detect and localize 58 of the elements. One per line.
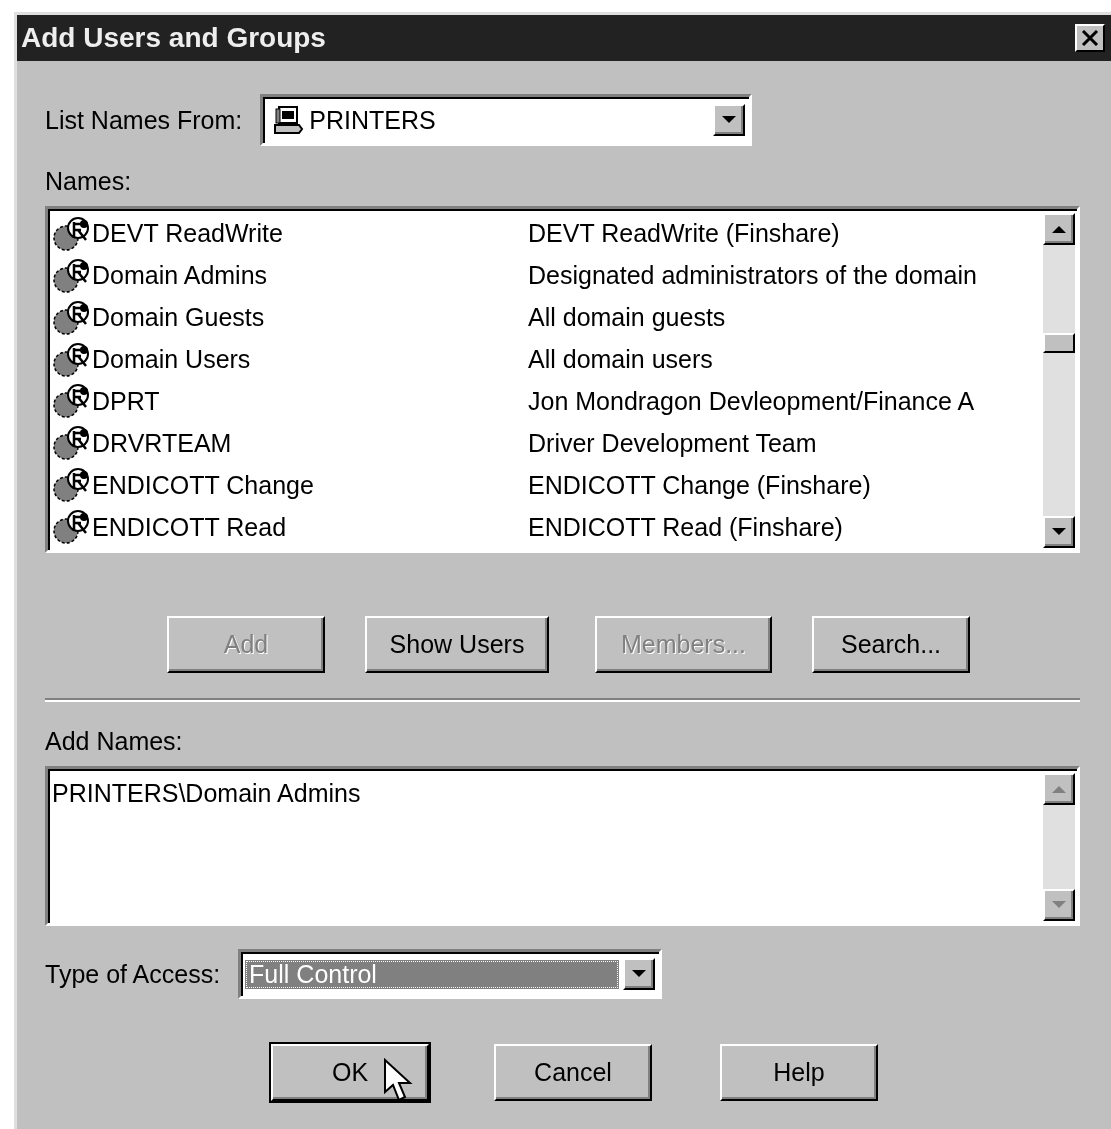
caret-up-icon [1052, 785, 1066, 793]
group-description: ENDICOTT Read (Finshare) [528, 512, 843, 542]
scroll-thumb[interactable] [1043, 333, 1075, 353]
field-value: PRINTERS\Domain Admins [52, 778, 362, 809]
group-name: Domain Users [92, 345, 252, 375]
list-label: Names: [45, 166, 133, 196]
caret-up-icon [1052, 225, 1066, 233]
group-description: Driver Development Team [528, 428, 817, 458]
dropdown-value: PRINTERS [309, 105, 436, 135]
group-description: All domain users [528, 345, 713, 375]
scroll-up-button[interactable] [1043, 213, 1075, 245]
list-row[interactable]: DEVT ReadWrite DEVT ReadWrite (Finshare) [52, 213, 1043, 255]
list-row[interactable]: ENDICOTT Change ENDICOTT Change (Finshare) [52, 464, 1043, 507]
field-label: Add Names: [45, 726, 184, 756]
add-names-field[interactable]: PRINTERS\Domain Admins [45, 766, 1080, 926]
action-button[interactable]: Search... [812, 616, 970, 673]
scrollbar[interactable] [1043, 773, 1075, 921]
computer-icon [271, 105, 306, 135]
group-name: DEVT ReadWrite [92, 219, 284, 249]
field-label: Type of Access: [45, 959, 221, 989]
dialog-button[interactable]: OK [271, 1044, 429, 1101]
scroll-down-button[interactable] [1043, 516, 1075, 548]
dropdown-arrow-button[interactable] [713, 104, 746, 136]
scroll-up-button[interactable] [1043, 773, 1075, 805]
group-name: ENDICOTT Read [92, 512, 288, 542]
list-row[interactable]: Domain Users All domain users [52, 338, 1043, 381]
close-button[interactable] [1075, 24, 1105, 52]
window-title: Add Users and Groups [21, 22, 326, 54]
source-dropdown[interactable]: PRINTERS [260, 94, 753, 146]
group-description: DEVT ReadWrite (Finshare) [528, 219, 840, 249]
list-row[interactable]: DRVRTEAM Driver Development Team [52, 422, 1043, 465]
group-name: ENDICOTT Change [92, 470, 315, 500]
scroll-down-button[interactable] [1043, 889, 1075, 921]
dropdown-value: Full Control [245, 959, 620, 989]
list-row[interactable]: DPRT Jon Mondragon Devleopment/Finance A [52, 380, 1043, 423]
field-label: List Names From: [45, 105, 243, 135]
list-row[interactable]: ENDICOTT Read ENDICOTT Read (Finshare) [52, 506, 1043, 548]
dialog-button[interactable]: Cancel [494, 1044, 652, 1101]
group-description: Jon Mondragon Devleopment/Finance A [528, 386, 975, 416]
list-row[interactable]: Domain Admins Designated administrators of the domain [52, 254, 1043, 297]
group-description: Designated administrators of the domain [528, 261, 977, 291]
caret-down-icon [1052, 528, 1066, 536]
close-icon [1081, 30, 1099, 46]
dropdown-arrow-button[interactable] [623, 958, 656, 990]
group-name: DRVRTEAM [92, 428, 233, 458]
caret-down-icon [722, 116, 737, 124]
caret-down-icon [632, 970, 647, 978]
list-row[interactable]: Domain Guests All domain guests [52, 296, 1043, 339]
caret-down-icon [1052, 901, 1066, 909]
group-name: Domain Admins [92, 261, 269, 291]
group-name: Domain Guests [92, 303, 266, 333]
action-button[interactable]: Show Users [365, 616, 549, 673]
group-description: All domain guests [528, 303, 726, 333]
scrollbar[interactable] [1043, 213, 1075, 548]
access-dropdown[interactable]: Full Control [238, 949, 663, 999]
group-description: ENDICOTT Change (Finshare) [528, 470, 871, 500]
group-name: DPRT [92, 386, 161, 416]
dialog-button[interactable]: Help [720, 1044, 878, 1101]
